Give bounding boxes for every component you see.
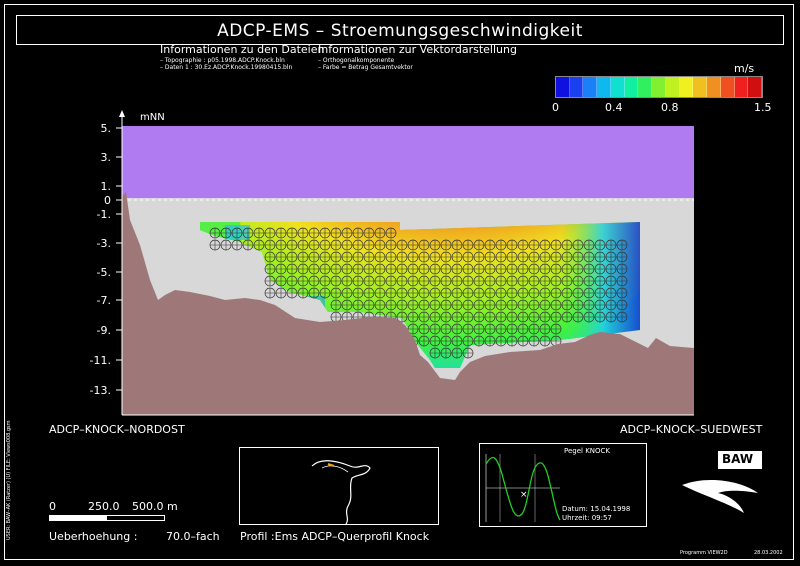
y-axis-arrow <box>119 110 125 117</box>
time-marker: × <box>520 490 528 500</box>
air-region <box>122 126 694 198</box>
profil-label: Profil :Ems ADCP–Querprofil Knock <box>240 530 430 543</box>
pegel-panel: × Pegel KNOCK Datum: 15.04.1998 Uhrzeit:… <box>479 443 647 527</box>
x-left-label: ADCP–KNOCK–NORDOST <box>49 423 185 436</box>
y-tick-label: -9. <box>97 324 111 337</box>
y-tick-label: 3. <box>101 151 112 164</box>
y-axis-label: mNN <box>140 112 165 123</box>
y-tick-label: -3. <box>97 237 111 250</box>
scale-bar-fill <box>50 516 107 520</box>
y-tick-label: 1. <box>101 180 112 193</box>
scale-label-500: 500.0 m <box>132 500 178 513</box>
logo-text: BAW <box>722 452 754 466</box>
y-ticks: 5. 3. 1.0-1. -3. -5. -7. -9. -11. -13. <box>90 122 122 397</box>
y-tick-label: -1. <box>97 208 111 221</box>
footer-program: Programm VIEW2D <box>680 550 728 556</box>
ueberhoehung-value: 70.0–fach <box>166 530 220 543</box>
location-map <box>239 447 439 525</box>
pegel-uhrzeit: Uhrzeit: 09:57 <box>562 514 612 522</box>
ueberhoehung-label: Ueberhoehung : <box>49 530 138 543</box>
footer-date: 28.03.2002 <box>754 550 783 556</box>
baw-logo: BAW <box>678 447 766 525</box>
y-tick-label: -13. <box>90 384 111 397</box>
scale-label-250: 250.0 <box>88 500 120 513</box>
side-info: USER: BAW–AK (Ratzer) (U) FILE: Views008… <box>6 420 12 540</box>
pegel-title: Pegel KNOCK <box>564 447 611 455</box>
y-tick-label: 5. <box>101 122 112 135</box>
y-tick-label: 0 <box>104 194 111 207</box>
scale-label-0: 0 <box>49 500 56 513</box>
y-tick-label: -7. <box>97 294 111 307</box>
y-tick-label: -5. <box>97 266 111 279</box>
pegel-datum: Datum: 15.04.1998 <box>562 505 631 513</box>
scale-bar <box>49 515 165 521</box>
x-right-label: ADCP–KNOCK–SUEDWEST <box>620 423 763 436</box>
river-map-svg <box>311 460 371 525</box>
y-tick-label: -11. <box>90 354 111 367</box>
